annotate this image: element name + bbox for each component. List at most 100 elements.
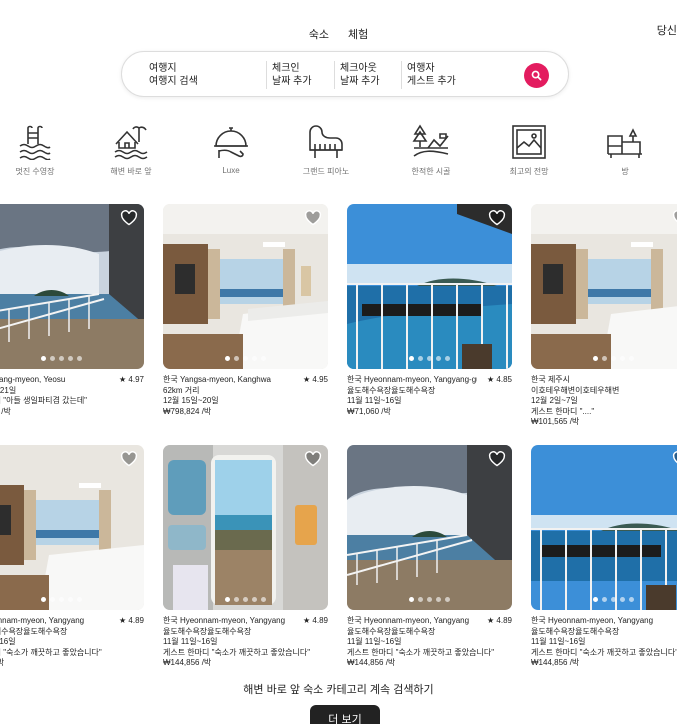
heart-icon[interactable] [304,210,322,226]
search-bar[interactable]: 여행지 여행지 검색 체크인 날짜 추가 체크아웃 날짜 추가 여행자 게스트 … [121,51,569,97]
listing-rating: ★ 4.85 [487,375,512,384]
listing-rating: ★ 4.89 [119,616,144,625]
listing-card[interactable]: Hyeonnam-myeon, Yangyang ★ 4.89 율도해수욕장율도해… [0,445,144,669]
listing-card[interactable]: 한국 Hyeonnam-myeon, Yangyang 율도해수욕장율도해수욕장… [531,445,677,669]
listing-info: Hwayang-myeon, Yeosu ★ 4.97 16일~21일 한마디 "… [0,375,144,417]
host-link[interactable]: 당신 [657,22,677,38]
checkout-field[interactable]: 체크아웃 날짜 추가 [340,62,380,88]
heart-icon[interactable] [304,451,322,467]
room-icon [607,128,642,158]
checkin-placeholder: 날짜 추가 [272,76,312,87]
category-view[interactable]: 최고의 전망 [484,124,574,177]
listing-info: 한국 Hyeonnam-myeon, Yangyang ★ 4.89 율도해수욕장… [347,616,512,669]
tab-experiences[interactable]: 체험 [348,29,368,41]
heart-icon[interactable] [120,451,138,467]
category-countryside[interactable]: 한적한 시골 [386,124,476,177]
listing-price: 856 /박 [0,658,5,667]
category-label: 멋진 수영장 [15,167,55,176]
listing-dates: 11월 11일~16일 [347,396,402,405]
photo-dots [163,597,328,602]
listing-card[interactable]: 한국 Hyeonnam-myeon, Yangyang ★ 4.89 율도해수욕장… [347,445,512,669]
where-field[interactable]: 여행지 여행지 검색 [149,62,198,88]
heart-icon[interactable] [672,451,677,467]
listing-location: 한국 Hyeonnam-myeon, Yangyang [531,616,654,625]
category-label: 해변 바로 앞 [110,167,152,176]
listing-rating: ★ 4.89 [303,616,328,625]
heart-icon[interactable] [120,210,138,226]
search-icon [531,70,542,81]
listing-location: 한국 Hyeonnam-myeon, Yangyang-gun [347,375,477,384]
listing-review: 한마디 "아들 생일파티겸 갔는데" [0,396,88,405]
category-bar: 멋진 수영장 해변 바로 앞 Luxe 그랜드 피아노 한적한 시골 최고의 전… [0,124,677,184]
listing-card[interactable]: 한국 Hyeonnam-myeon, Yangyang ★ 4.89 율도해수욕장… [163,445,328,669]
photo-dots [163,356,328,361]
listing-location: 한국 Yangsa-myeon, Kanghwa [163,375,271,384]
listing-photo[interactable] [163,204,328,369]
listing-review: 게스트 한마디 "숙소가 깨끗하고 좋았습니다" [163,647,311,657]
listing-photo[interactable] [163,445,328,610]
category-beachfront[interactable]: 해변 바로 앞 [86,124,176,177]
photo-dots [531,597,677,602]
checkin-label: 체크인 [272,63,300,74]
guests-placeholder: 게스트 추가 [407,76,456,87]
listing-rating: ★ 4.89 [487,616,512,625]
category-pool[interactable]: 멋진 수영장 [0,124,80,177]
listing-info: Hyeonnam-myeon, Yangyang ★ 4.89 율도해수욕장율도해… [0,616,144,669]
category-label: 그랜드 피아노 [302,167,350,176]
listing-price: ₩101,565 /박 [531,417,580,426]
listing-location: Hwayang-myeon, Yeosu [0,375,66,384]
listing-photo[interactable] [0,445,144,610]
category-label: 최고의 전망 [509,167,549,176]
heart-icon[interactable] [672,210,677,226]
sea-balcony-photo [347,445,512,610]
listing-review: 게스트 한마디 "숙소가 깨끗하고 좋았습니다" [347,647,495,657]
photo-dots [531,356,677,361]
category-room[interactable]: 방 [580,124,670,177]
listing-photo[interactable] [531,204,677,369]
search-button[interactable] [524,63,549,88]
bedroom-photo [531,204,677,369]
category-piano[interactable]: 그랜드 피아노 [281,124,371,177]
guests-field[interactable]: 여행자 게스트 추가 [407,62,456,88]
listing-price: ₩71,060 /박 [347,406,391,416]
heart-icon[interactable] [488,210,506,226]
listing-price: ₩144,856 /박 [347,658,396,667]
listing-dates: 16일~21일 [0,385,17,395]
photo-dots [0,597,144,602]
tab-stays[interactable]: 숙소 [309,29,329,41]
listing-price: ₩144,856 /박 [531,658,580,667]
listing-dates: 11월 11일~16일 [531,637,586,646]
listing-photo[interactable] [0,204,144,369]
view-icon [512,125,546,159]
listing-card[interactable]: Hwayang-myeon, Yeosu ★ 4.97 16일~21일 한마디 "… [0,204,144,417]
beachfront-icon [114,126,148,160]
show-more-button[interactable]: 더 보기 [310,705,380,724]
listing-review: 게스트 한마디 "숙소가 깨끗하고 좋았습니다" [531,647,677,657]
pool-icon [19,125,51,160]
caravan-photo [163,445,328,610]
listing-photo[interactable] [531,445,677,610]
listing-card[interactable]: 한국 Yangsa-myeon, Kanghwa ★ 4.95 62km 거리 1… [163,204,328,417]
listing-card[interactable]: 한국 Hyeonnam-myeon, Yangyang-gun ★ 4.85 율도… [347,204,512,417]
listing-beach: 율도해수욕장율도해수욕장 [347,385,436,395]
category-label: 한적한 시골 [411,167,451,176]
top-nav: 숙소 체험 [0,26,677,42]
listing-card[interactable]: 한국 제주시 이호테우해변이호테우해변 12월 2일~7일 게스트 한마디 ".… [531,204,677,428]
listing-photo[interactable] [347,204,512,369]
heart-icon[interactable] [488,451,506,467]
checkout-placeholder: 날짜 추가 [340,76,380,87]
listing-photo[interactable] [347,445,512,610]
listing-dates: 11월 11일~16일 [347,637,402,646]
listing-price: ₩798,824 /박 [163,406,212,416]
category-label: 방 [621,167,629,176]
listing-location: 한국 Hyeonnam-myeon, Yangyang [347,616,470,625]
listing-rating: ★ 4.97 [119,375,144,384]
category-luxe[interactable]: Luxe [186,124,276,175]
listing-location: 한국 제주시 [531,375,571,384]
checkin-field[interactable]: 체크인 날짜 추가 [272,62,312,88]
where-placeholder: 여행지 검색 [149,76,198,87]
listing-info: 한국 Hyeonnam-myeon, Yangyang-gun ★ 4.85 율도… [347,375,512,417]
listing-info: 한국 Yangsa-myeon, Kanghwa ★ 4.95 62km 거리 1… [163,375,328,417]
listing-distance: 62km 거리 [163,385,200,395]
listing-review: 게스트 한마디 "...." [531,406,595,416]
